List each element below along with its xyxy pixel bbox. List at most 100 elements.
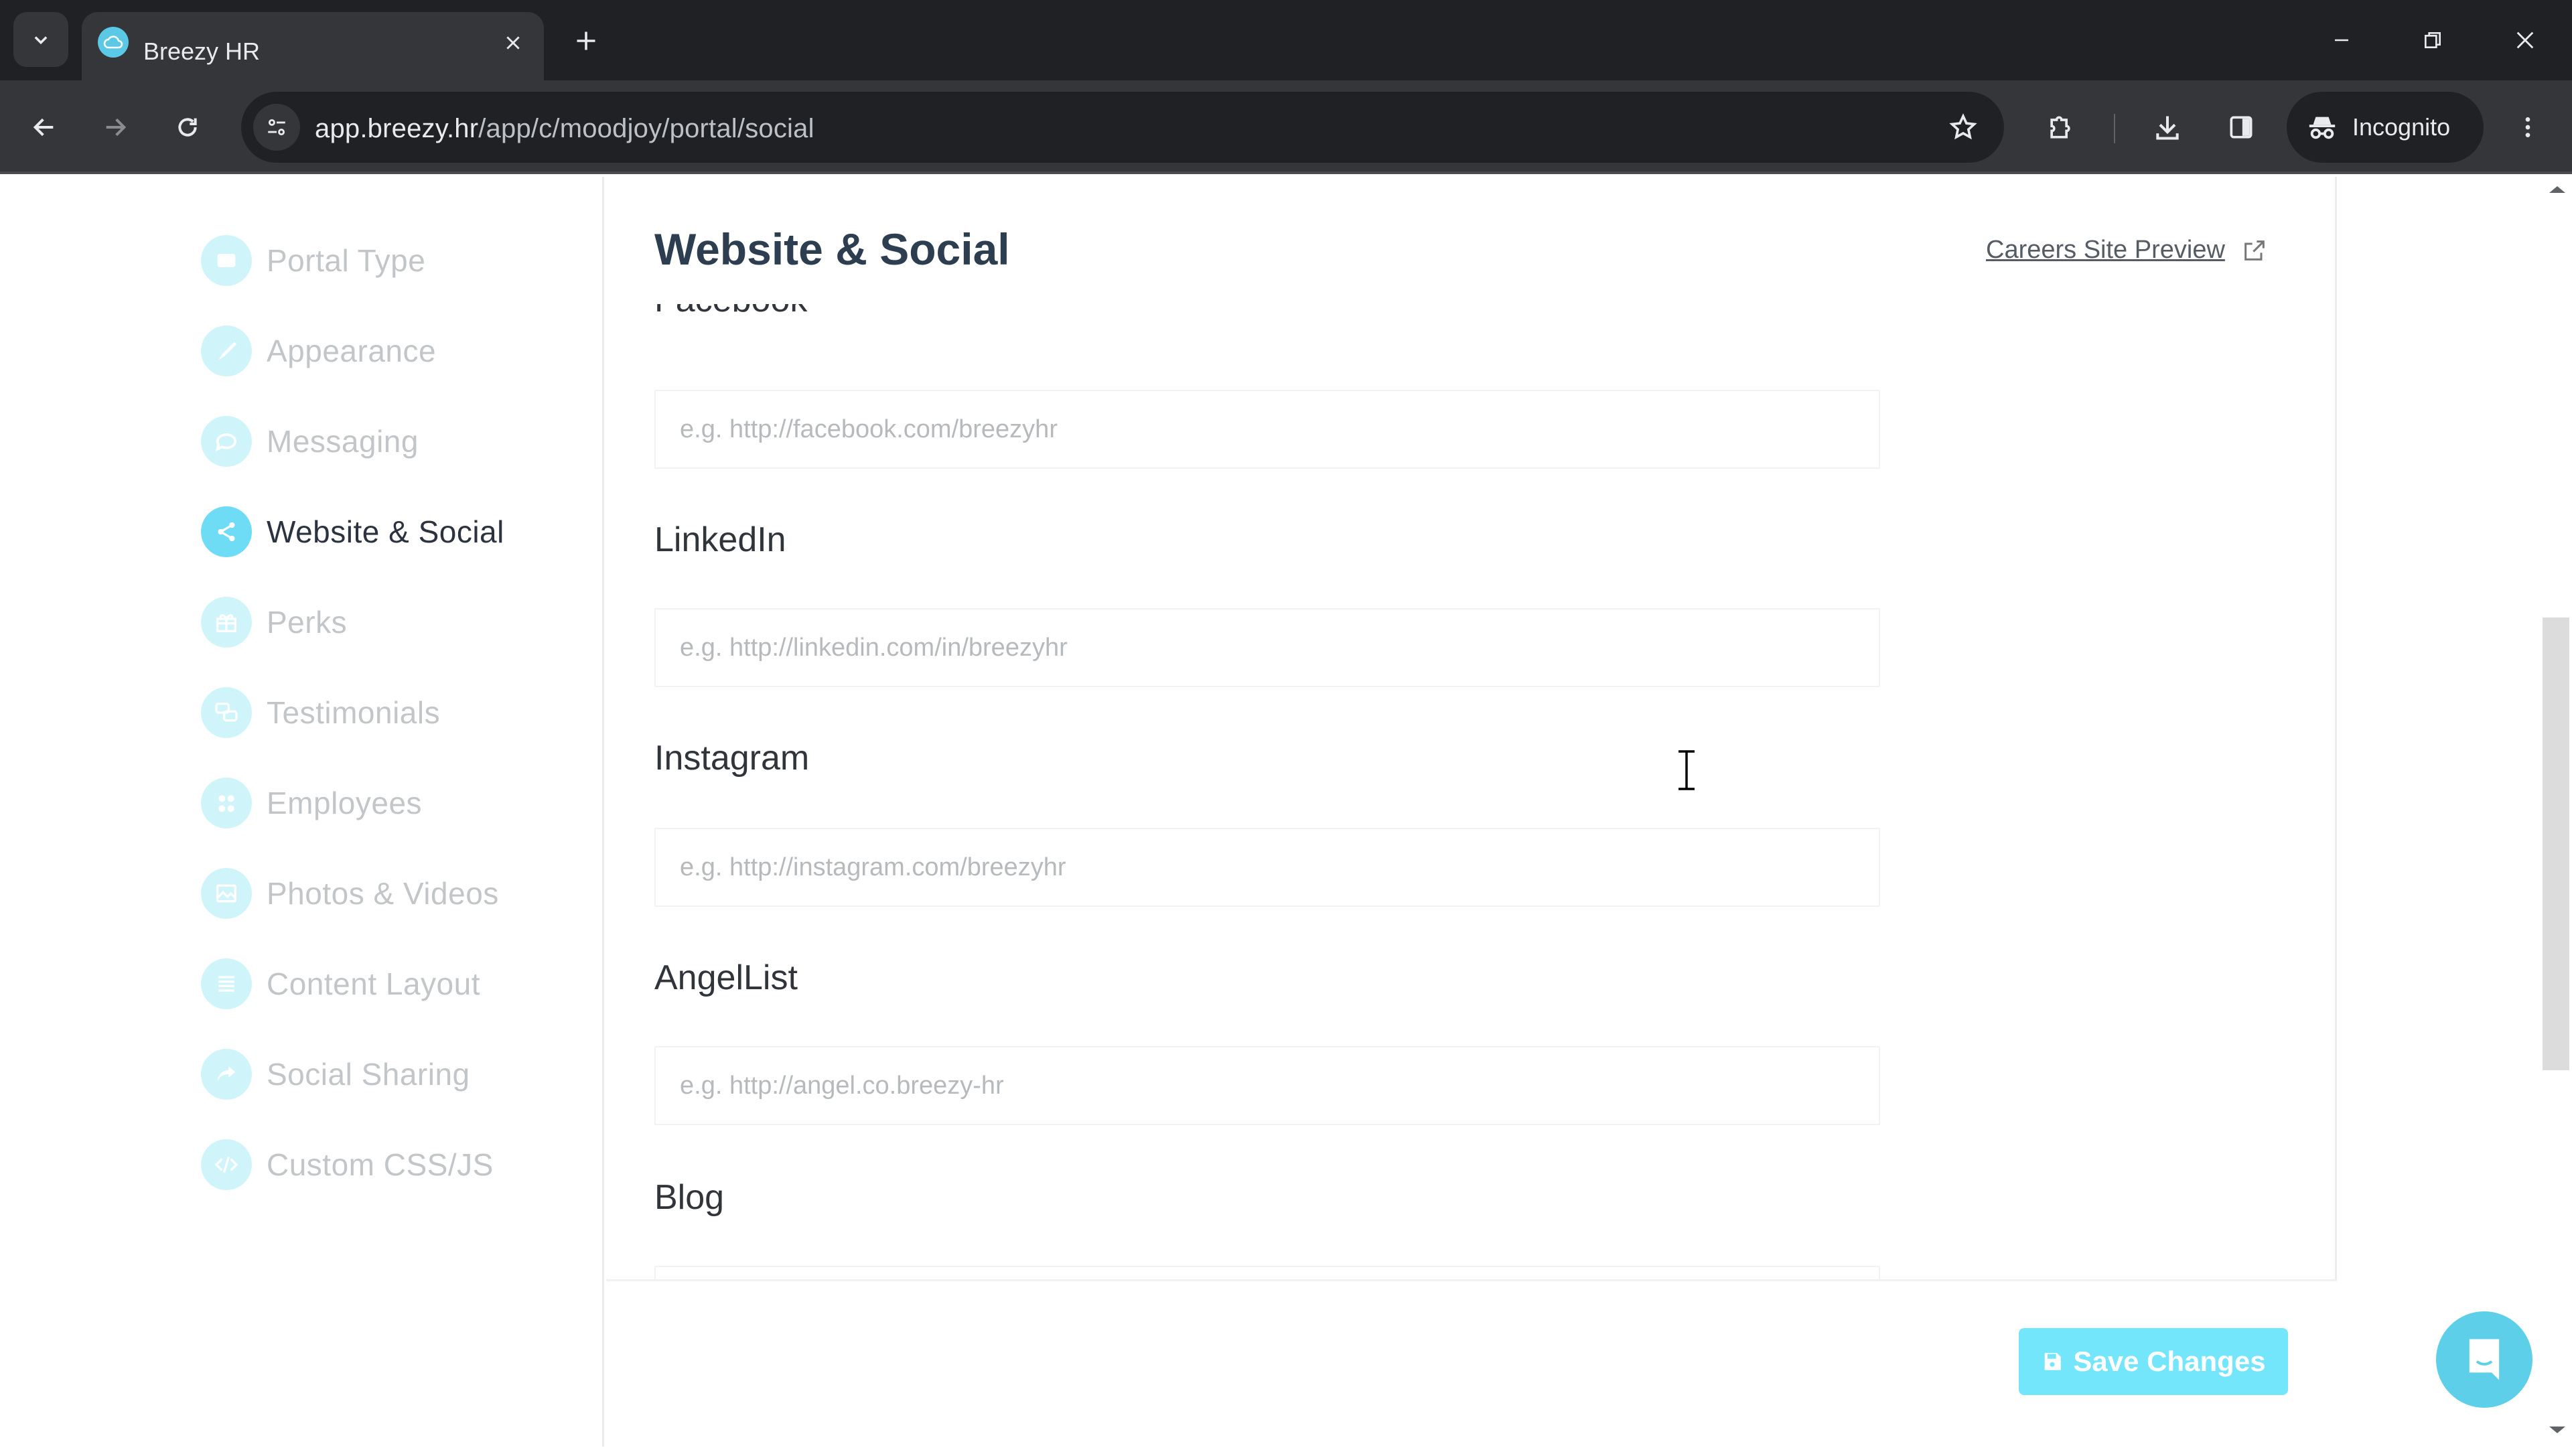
reload-button[interactable]: [167, 107, 208, 147]
tune-icon: [268, 119, 285, 136]
page-title: Website & Social: [654, 224, 1010, 274]
website-social-panel: Website & Social Careers Site Preview Fa…: [606, 177, 2337, 1447]
sidebar-item-label: Perks: [267, 605, 348, 640]
arrow-right-icon: [106, 118, 127, 137]
careers-site-preview-link[interactable]: Careers Site Preview: [1986, 236, 2268, 265]
linkedin-url-input[interactable]: [654, 608, 1880, 687]
text-cursor-icon: [1678, 750, 1695, 790]
tab-title: Breezy HR: [143, 38, 261, 65]
star-icon: [1949, 113, 1977, 140]
page-scrollbar[interactable]: [2540, 177, 2572, 1447]
photo-icon: [201, 868, 252, 919]
extensions-button[interactable]: [2039, 106, 2082, 149]
sidebar-item-testimonials[interactable]: Testimonials: [201, 686, 440, 739]
puzzle-icon: [2050, 116, 2070, 139]
sidebar-item-label: Social Sharing: [267, 1057, 470, 1092]
sidebar-item-label: Custom CSS/JS: [267, 1147, 494, 1182]
restore-icon: [2425, 32, 2441, 48]
paintbrush-icon: [201, 325, 252, 376]
more-vertical-icon: [2525, 117, 2530, 137]
sidebar-item-label: Portal Type: [267, 243, 426, 278]
facebook-label: Facebook: [654, 304, 807, 320]
scrollbar-thumb[interactable]: [2543, 617, 2569, 1070]
instagram-url-input[interactable]: [654, 828, 1880, 907]
chevron-down-icon: [34, 36, 48, 45]
sidebar-item-portal-type[interactable]: Portal Type: [201, 234, 425, 287]
tab-search-button[interactable]: [13, 12, 68, 67]
new-tab-button[interactable]: [569, 24, 603, 58]
side-panel-button[interactable]: [2220, 106, 2263, 149]
floppy-disk-icon: [2045, 1353, 2062, 1370]
sidebar-item-content-layout[interactable]: Content Layout: [201, 957, 480, 1011]
sidebar-item-custom-css-js[interactable]: Custom CSS/JS: [201, 1138, 494, 1191]
gift-icon: [201, 597, 252, 648]
portal-type-icon: [201, 235, 252, 286]
chat-bubble-icon: [201, 416, 252, 467]
blog-label: Blog: [654, 1178, 725, 1217]
external-link-icon: [2244, 240, 2265, 261]
incognito-label: Incognito: [2352, 113, 2451, 141]
browser-tab[interactable]: Breezy HR: [82, 12, 544, 80]
code-icon: [201, 1139, 252, 1190]
minimize-icon: [2335, 39, 2348, 42]
sidebar-item-social-sharing[interactable]: Social Sharing: [201, 1047, 470, 1101]
layout-lines-icon: [201, 958, 252, 1009]
form-footer: Save Changes: [606, 1279, 2337, 1447]
sidebar-item-website-social[interactable]: Website & Social: [201, 505, 504, 559]
support-chat-button[interactable]: [2436, 1311, 2532, 1408]
bookmark-button[interactable]: [1946, 111, 1980, 144]
plus-icon: [577, 31, 595, 50]
chat-smile-icon: [2469, 1339, 2500, 1380]
sidebar-item-label: Testimonials: [267, 695, 441, 730]
sidebar-item-employees[interactable]: Employees: [201, 776, 422, 830]
restore-button[interactable]: [2413, 20, 2453, 60]
close-icon: [506, 36, 520, 50]
address-bar[interactable]: app.breezy.hr/app/c/moodjoy/portal/socia…: [241, 92, 2004, 163]
sidebar-item-label: Messaging: [267, 424, 419, 459]
site-info-button[interactable]: [253, 104, 300, 151]
sidebar-item-perks[interactable]: Perks: [201, 595, 347, 649]
sidebar-item-label: Employees: [267, 786, 423, 820]
employees-icon: [201, 778, 252, 828]
downloads-button[interactable]: [2146, 106, 2189, 149]
testimonials-icon: [201, 687, 252, 738]
angellist-url-input[interactable]: [654, 1046, 1880, 1125]
arrow-left-icon: [33, 118, 54, 137]
url-host: app.breezy.hr: [315, 114, 479, 143]
url-text[interactable]: app.breezy.hr/app/c/moodjoy/portal/socia…: [315, 114, 814, 144]
share-arrow-icon: [201, 1049, 252, 1100]
save-changes-button[interactable]: Save Changes: [2019, 1328, 2288, 1395]
sidebar-item-label: Appearance: [267, 334, 437, 368]
portal-settings-sidebar: Portal Type Appearance Messaging Website…: [0, 177, 604, 1447]
scroll-up-arrow-icon[interactable]: [2549, 186, 2565, 193]
linkedin-label: LinkedIn: [654, 520, 786, 559]
back-button[interactable]: [24, 107, 64, 147]
share-icon: [201, 506, 252, 557]
sidebar-item-label: Content Layout: [267, 966, 481, 1001]
incognito-badge[interactable]: Incognito: [2287, 92, 2484, 163]
sidebar-item-label: Website & Social: [267, 514, 504, 549]
sidebar-item-messaging[interactable]: Messaging: [201, 415, 419, 468]
sidebar-item-label: Photos & Videos: [267, 876, 499, 911]
reload-icon: [178, 118, 197, 137]
instagram-label: Instagram: [654, 739, 810, 778]
breezy-cloud-icon: [98, 27, 129, 58]
forward-button[interactable]: [95, 107, 135, 147]
browser-tab-strip: Breezy HR: [0, 0, 2572, 80]
browser-menu-button[interactable]: [2506, 106, 2549, 149]
browser-toolbar: app.breezy.hr/app/c/moodjoy/portal/socia…: [0, 80, 2572, 174]
minimize-button[interactable]: [2321, 20, 2362, 60]
sidebar-item-appearance[interactable]: Appearance: [201, 324, 436, 378]
close-icon: [2516, 31, 2534, 49]
url-path: /app/c/moodjoy/portal/social: [478, 114, 814, 143]
tab-close-button[interactable]: [498, 28, 528, 58]
scroll-down-arrow-icon[interactable]: [2549, 1427, 2565, 1433]
preview-link-label: Careers Site Preview: [1986, 236, 2225, 264]
sidebar-item-photos-videos[interactable]: Photos & Videos: [201, 867, 499, 920]
close-window-button[interactable]: [2505, 20, 2545, 60]
page: Portal Type Appearance Messaging Website…: [0, 177, 2572, 1447]
side-panel-icon: [2230, 116, 2253, 139]
facebook-url-input[interactable]: [654, 390, 1880, 469]
angellist-label: AngelList: [654, 958, 798, 997]
save-changes-label: Save Changes: [2073, 1345, 2266, 1377]
